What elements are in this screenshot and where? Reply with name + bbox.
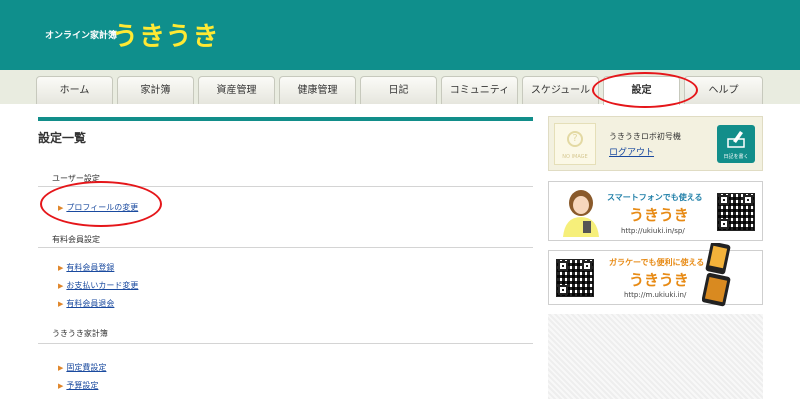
brand-logo[interactable]: うきうき: [112, 16, 219, 53]
arrow-icon: ▶: [58, 282, 64, 290]
tab-kakeibo[interactable]: 家計簿: [117, 76, 194, 104]
smartphone-banner-url: http://ukiuki.in/sp/: [621, 227, 685, 235]
tab-home[interactable]: ホーム: [36, 76, 113, 104]
arrow-icon: ▶: [58, 364, 64, 372]
smartphone-banner-line2: うきうき: [629, 206, 689, 224]
section-heading-paid: 有料会員設定: [52, 235, 100, 244]
arrow-icon: ▶: [58, 300, 64, 308]
link-budget[interactable]: ▶ 予算設定: [58, 380, 98, 391]
user-panel: ? NO IMAGE うきうきロボ初号機 ログアウト 日記を書く: [548, 116, 763, 171]
tab-health[interactable]: 健康管理: [279, 76, 356, 104]
tab-diary[interactable]: 日記: [360, 76, 437, 104]
avatar: ? NO IMAGE: [554, 123, 596, 165]
link-fixed-cost[interactable]: ▶ 固定費設定: [58, 362, 106, 373]
tab-assets[interactable]: 資産管理: [198, 76, 275, 104]
arrow-icon: ▶: [58, 382, 64, 390]
highlight-circle-profile-link: [40, 181, 162, 227]
highlight-circle-settings-tab: [592, 72, 698, 108]
arrow-icon: ▶: [58, 264, 64, 272]
content-top-bar: [38, 117, 533, 121]
smartphone-banner-line1: スマートフォンでも使える: [607, 193, 703, 202]
question-icon: ?: [567, 131, 583, 147]
logout-link[interactable]: ログアウト: [609, 145, 654, 158]
site-header: オンライン家計簿 うきうき: [0, 0, 800, 70]
link-label[interactable]: 固定費設定: [66, 363, 106, 372]
mobile-banner[interactable]: ガラケーでも便利に使える うきうき http://m.ukiuki.in/: [548, 243, 763, 307]
link-label[interactable]: 予算設定: [66, 381, 98, 390]
write-diary-label: 日記を書く: [723, 154, 749, 160]
smartphone-banner[interactable]: スマートフォンでも使える うきうき http://ukiuki.in/sp/: [548, 181, 763, 241]
pen-icon: [727, 131, 745, 148]
section-heading-kakeibo: うきうき家計簿: [52, 329, 108, 338]
link-label[interactable]: 有料会員退会: [66, 299, 114, 308]
tab-schedule[interactable]: スケジュール: [522, 76, 599, 104]
link-label[interactable]: お支払いカード変更: [66, 281, 138, 290]
user-name: うきうきロボ初号機: [609, 132, 681, 141]
page-title: 設定一覧: [38, 131, 87, 145]
mobile-banner-line1: ガラケーでも便利に使える: [609, 258, 705, 267]
link-paid-cancel[interactable]: ▶ 有料会員退会: [58, 298, 114, 309]
link-label[interactable]: 有料会員登録: [66, 263, 114, 272]
flip-phone-image: [702, 243, 731, 307]
tab-community[interactable]: コミュニティ: [441, 76, 518, 104]
qr-code-icon: [717, 193, 755, 231]
brand-tagline: オンライン家計簿: [45, 31, 118, 41]
woman-with-phone-image: [563, 190, 599, 237]
write-diary-button[interactable]: 日記を書く: [717, 125, 755, 163]
noimage-label: NO IMAGE: [562, 154, 588, 160]
mobile-banner-line2: うきうき: [629, 271, 689, 289]
ad-placeholder: [548, 314, 763, 399]
divider: [38, 343, 533, 344]
divider: [38, 247, 533, 248]
mobile-banner-url: http://m.ukiuki.in/: [624, 291, 687, 299]
link-card-change[interactable]: ▶ お支払いカード変更: [58, 280, 138, 291]
link-paid-register[interactable]: ▶ 有料会員登録: [58, 262, 114, 273]
qr-code-icon: [556, 259, 594, 297]
